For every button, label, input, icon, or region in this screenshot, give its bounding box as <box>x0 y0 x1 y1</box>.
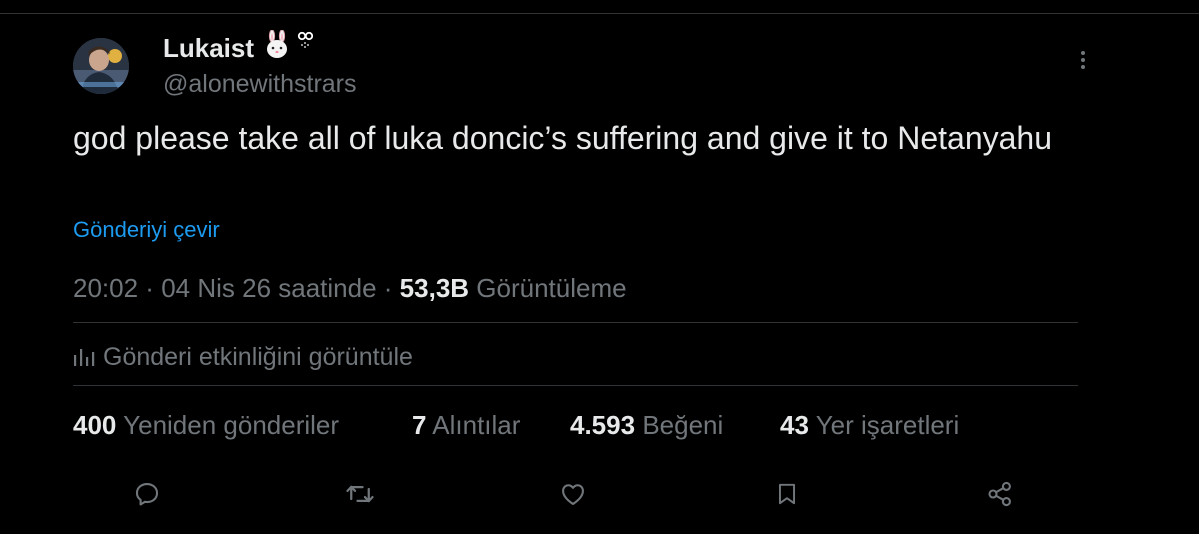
quotes-count: 7 <box>412 410 427 440</box>
views-count: 53,3B <box>399 273 470 303</box>
view-post-analytics-button[interactable]: Gönderi etkinliğini görüntüle <box>73 340 413 374</box>
retweet-button[interactable] <box>344 478 376 510</box>
reply-button[interactable] <box>131 478 163 510</box>
bookmarks-stat[interactable]: 43 Yer işaretleri <box>780 407 959 443</box>
like-button[interactable] <box>557 478 589 510</box>
analytics-bars-icon <box>74 349 95 366</box>
author-display-name[interactable]: Lukaist <box>163 32 254 64</box>
likes-label: Beğeni <box>642 410 724 440</box>
share-icon <box>988 481 1011 507</box>
bookmarks-label: Yer işaretleri <box>815 410 960 440</box>
views-label: Görüntüleme <box>476 273 627 303</box>
retweets-count: 400 <box>73 410 117 440</box>
tweet-time[interactable]: 20:02 <box>73 273 138 303</box>
meta-separator: · <box>138 273 162 303</box>
like-icon <box>562 484 584 505</box>
rabbit-face-and-sparkle-emoji <box>263 29 314 62</box>
tweet-text: god please take all of luka doncic’s suf… <box>73 120 1053 156</box>
retweets-stat[interactable]: 400 Yeniden gönderiler <box>73 407 339 443</box>
share-button[interactable] <box>984 478 1016 510</box>
divider <box>73 322 1078 323</box>
top-border <box>0 13 1199 14</box>
tweet-date[interactable]: 04 Nis 26 saatinde <box>161 273 376 303</box>
bookmark-icon <box>778 483 796 505</box>
avatar[interactable] <box>73 38 129 94</box>
bookmark-button[interactable] <box>771 478 803 510</box>
divider <box>73 385 1078 386</box>
likes-count: 4.593 <box>570 410 636 440</box>
quotes-stat[interactable]: 7 Alıntılar <box>412 407 520 443</box>
more-options-button[interactable] <box>1069 46 1097 74</box>
translate-post-link[interactable]: Gönderiyi çevir <box>73 215 220 245</box>
tweet-meta: 20:02 · 04 Nis 26 saatinde · 53,3B Görün… <box>73 271 627 305</box>
quotes-label: Alıntılar <box>432 410 521 440</box>
retweet-icon <box>346 485 374 503</box>
author-handle[interactable]: @alonewithstrars <box>163 68 357 100</box>
meta-separator: · <box>376 273 400 303</box>
likes-stat[interactable]: 4.593 Beğeni <box>570 407 723 443</box>
analytics-label: Gönderi etkinliğini görüntüle <box>103 342 413 371</box>
bookmarks-count: 43 <box>780 410 809 440</box>
reply-icon <box>135 483 159 506</box>
more-dots-icon <box>1081 51 1085 69</box>
retweets-label: Yeniden gönderiler <box>123 410 340 440</box>
